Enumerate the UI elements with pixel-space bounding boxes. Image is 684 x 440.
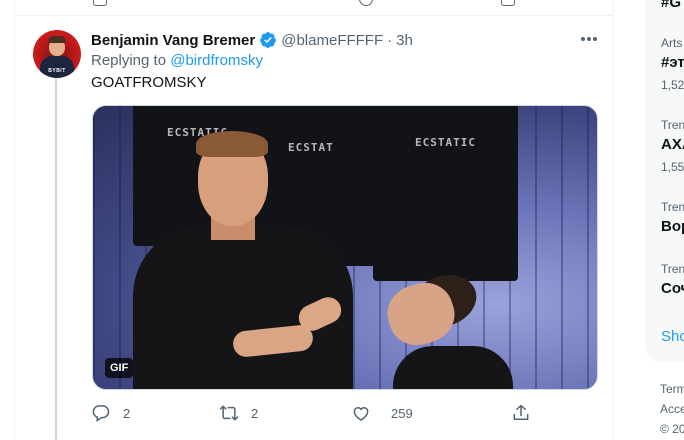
trend-category: Arts bbox=[661, 36, 683, 50]
tweet-header: Benjamin Vang Bremer @blameFFFFF · 3h bbox=[91, 30, 413, 50]
separator-dot: · bbox=[387, 31, 393, 49]
trend-title[interactable]: Соч bbox=[661, 280, 684, 297]
reply-icon-fragment[interactable] bbox=[93, 0, 107, 6]
more-dot bbox=[587, 37, 591, 41]
trend-title[interactable]: АХА bbox=[661, 136, 684, 153]
trend-count: 1,55 bbox=[661, 160, 684, 174]
reply-button[interactable]: 2 bbox=[91, 400, 130, 426]
shirt-logo-right: ECSTATIC bbox=[415, 136, 476, 149]
trend-title[interactable]: #эт bbox=[661, 54, 684, 71]
heart-icon bbox=[353, 407, 369, 421]
reply-icon bbox=[92, 405, 110, 422]
avatar-hair bbox=[48, 36, 66, 43]
person-right-body bbox=[393, 346, 513, 389]
avatar-jersey-tag: BYBIT bbox=[48, 68, 66, 74]
user-handle[interactable]: @blameFFFFF bbox=[281, 32, 383, 49]
retweet-icon bbox=[219, 405, 239, 421]
previous-tweet-actions-fragment bbox=[15, 0, 613, 16]
share-button[interactable] bbox=[511, 400, 531, 426]
footer-copyright: © 20 bbox=[660, 422, 684, 436]
person-left-hair bbox=[196, 131, 268, 157]
tweet-timestamp[interactable]: 3h bbox=[396, 32, 413, 49]
share-icon-fragment[interactable] bbox=[501, 0, 515, 6]
tweet-gif-media[interactable]: ECSTATIC ECSTAT ECSTATIC GIF bbox=[92, 105, 598, 390]
trend-category: Tren bbox=[661, 118, 684, 132]
footer-terms-link[interactable]: Term bbox=[660, 382, 684, 396]
like-count: 259 bbox=[391, 405, 413, 421]
replying-to-link[interactable]: @birdfromsky bbox=[170, 52, 263, 69]
retweet-button[interactable]: 2 bbox=[219, 400, 258, 426]
more-dot bbox=[593, 37, 598, 41]
retweet-count: 2 bbox=[251, 405, 259, 421]
display-name[interactable]: Benjamin Vang Bremer bbox=[91, 32, 255, 49]
trend-title[interactable]: Вор bbox=[661, 218, 684, 235]
shirt-logo-middle: ECSTAT bbox=[288, 141, 334, 154]
avatar[interactable]: BYBIT bbox=[33, 30, 81, 78]
share-icon bbox=[513, 404, 529, 420]
trend-category: Tren bbox=[661, 262, 684, 276]
tweet-text: GOATFROMSKY bbox=[91, 74, 207, 91]
gif-badge: GIF bbox=[105, 358, 134, 378]
verified-badge-icon bbox=[260, 32, 277, 48]
show-more-link[interactable]: Sho bbox=[661, 328, 684, 345]
replying-to-label: Replying to bbox=[91, 52, 167, 69]
trend-fragment-top[interactable]: #G bbox=[661, 0, 681, 11]
like-icon-fragment[interactable] bbox=[359, 0, 373, 6]
replying-to-line: Replying to @birdfromsky bbox=[91, 52, 263, 69]
trend-category: Tren bbox=[661, 200, 684, 214]
like-button[interactable]: 259 bbox=[351, 400, 413, 426]
more-dot bbox=[580, 37, 585, 41]
more-options-icon[interactable] bbox=[578, 29, 600, 49]
trends-sidebar: #G Arts #эт 1,52 Tren АХА 1,55 Tren Вор … bbox=[645, 0, 684, 362]
footer-accessibility-link[interactable]: Acce bbox=[660, 402, 684, 416]
tweet-actions: 2 2 259 bbox=[91, 400, 531, 426]
hanging-shirt-right: ECSTATIC bbox=[373, 106, 518, 281]
trend-count: 1,52 bbox=[661, 78, 684, 92]
avatar-body bbox=[40, 56, 74, 78]
thread-connector-line bbox=[55, 78, 57, 440]
reply-count: 2 bbox=[123, 405, 131, 421]
tweet-feed-column: BYBIT Benjamin Vang Bremer @blameFFFFF ·… bbox=[14, 0, 614, 440]
